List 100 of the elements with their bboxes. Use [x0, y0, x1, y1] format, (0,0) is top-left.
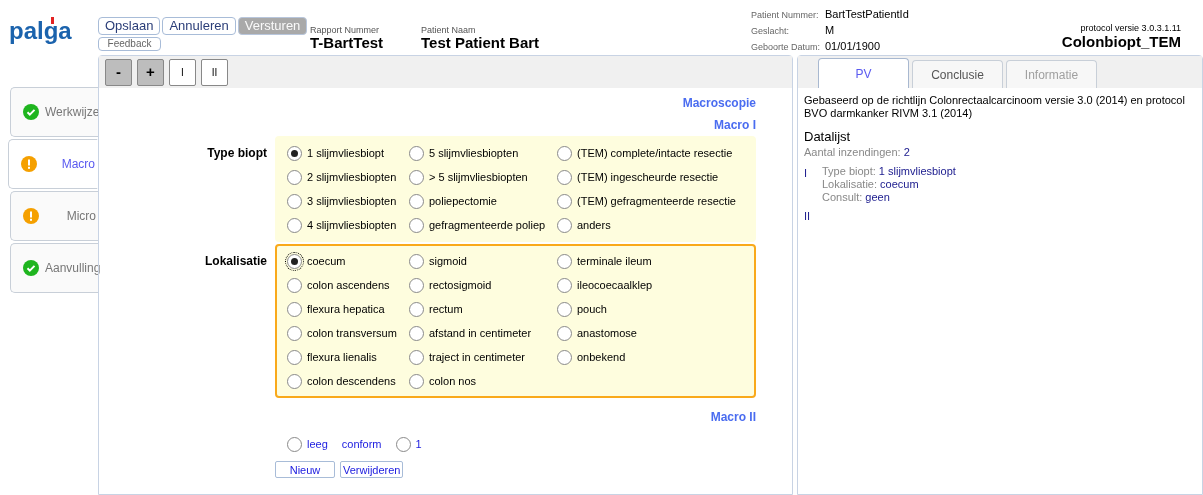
checkmark-icon: [23, 260, 39, 276]
field-value: geen: [865, 190, 890, 204]
radio-button[interactable]: [409, 169, 424, 185]
radio-button[interactable]: [409, 145, 424, 161]
radio-button[interactable]: [557, 349, 572, 365]
toolbar-button[interactable]: I: [169, 58, 196, 86]
radio-button[interactable]: [409, 325, 424, 341]
field-label: Geslacht:: [751, 25, 791, 38]
radio-button[interactable]: [409, 253, 424, 269]
field-label: Consult:: [822, 190, 863, 204]
radio-button[interactable]: [287, 301, 302, 317]
logo: palga: [9, 9, 79, 45]
option-label: anastomose: [577, 325, 637, 341]
radio-button[interactable]: [409, 373, 424, 389]
option-label: 4 slijmvliesbiopten: [307, 217, 397, 233]
option-label: terminale ileum: [577, 253, 652, 269]
option-label: > 5 slijmvliesbiopten: [429, 169, 528, 185]
tab-label: Macro: [60, 156, 95, 173]
option-label: onbekend: [577, 349, 626, 365]
radio-button[interactable]: [287, 145, 302, 161]
radio-button[interactable]: [395, 436, 411, 452]
option-label: colon descendens: [307, 373, 396, 389]
option-label: sigmoid: [429, 253, 467, 269]
field-label: Rapport Nummer: [310, 25, 381, 35]
option-label: flexura hepatica: [307, 301, 385, 317]
tab-label: Werkwijze: [45, 104, 100, 121]
option-label: colon transversum: [307, 325, 397, 341]
radio-button[interactable]: [557, 277, 572, 293]
radio-button[interactable]: [287, 193, 302, 209]
radio-button[interactable]: [287, 325, 302, 341]
field-label: Type biopt: [206, 145, 268, 162]
subsection-title: Macro II: [710, 409, 756, 426]
warning-icon: [23, 208, 39, 224]
field-value: 1 slijmvliesbiopt: [878, 164, 956, 178]
protocol-version: protocol versie 3.0.3.1.11: [1080, 23, 1181, 34]
radio-button[interactable]: [409, 217, 424, 233]
warning-icon: [21, 156, 37, 172]
option-label: afstand in centimeter: [429, 325, 532, 341]
option-label: colon ascendens: [307, 277, 390, 293]
radio-button[interactable]: [557, 169, 572, 185]
header-button[interactable]: Opslaan: [98, 17, 161, 35]
radio-button[interactable]: [557, 253, 572, 269]
field-label: Lokalisatie:: [822, 177, 878, 191]
option-label: 5 slijmvliesbiopten: [429, 145, 519, 161]
section-title: Macroscopie: [682, 95, 756, 112]
sidebar-tab[interactable]: Werkwijze: [10, 87, 98, 137]
radio-button[interactable]: [557, 325, 572, 341]
sidebar-tab[interactable]: Macro: [8, 139, 98, 189]
option-label: coecum: [307, 253, 346, 269]
radio-button[interactable]: [287, 373, 302, 389]
option-label: (TEM) complete/intacte resectie: [577, 145, 733, 161]
field-value: 01/01/1900: [825, 39, 881, 54]
radio-button[interactable]: [287, 277, 302, 293]
report-number: T-BartTest: [310, 35, 385, 51]
radio-button[interactable]: [557, 145, 572, 161]
radio-button[interactable]: [287, 349, 302, 365]
option-label: pouch: [577, 301, 607, 317]
sidebar-tab[interactable]: Aanvulling: [10, 243, 98, 293]
header-button[interactable]: Annuleren: [162, 17, 236, 35]
patient-name: Test Patient Bart: [421, 35, 541, 51]
toolbar-button[interactable]: II: [201, 58, 228, 86]
radio-button[interactable]: [409, 301, 424, 317]
conform-link[interactable]: conform: [335, 436, 388, 453]
action-button[interactable]: Nieuw: [275, 460, 335, 478]
option-label: 3 slijmvliesbiopten: [307, 193, 397, 209]
field-label: Lokalisatie: [203, 253, 268, 270]
panel-tab[interactable]: PV: [818, 58, 909, 88]
radio-button[interactable]: [287, 217, 302, 233]
field-value: coecum: [880, 177, 919, 191]
toolbar-button[interactable]: -: [105, 58, 132, 86]
subsection-title: Macro I: [714, 117, 756, 134]
radio-button[interactable]: [557, 217, 572, 233]
radio-button[interactable]: [287, 253, 302, 269]
radio-button[interactable]: [409, 349, 424, 365]
field-value: BartTestPatientId: [825, 7, 909, 22]
field-value: M: [825, 23, 835, 38]
option-label: (TEM) gefragmenteerde resectie: [577, 193, 736, 209]
option-label: 2 slijmvliesbiopten: [307, 169, 397, 185]
radio-button[interactable]: [287, 169, 302, 185]
radio-button[interactable]: [557, 193, 572, 209]
option-label: poliepectomie: [429, 193, 497, 209]
section-numeral: II: [804, 208, 812, 224]
panel-tab[interactable]: Conclusie: [912, 60, 1003, 88]
action-button[interactable]: Verwijderen: [340, 460, 404, 478]
radio-button[interactable]: [287, 436, 302, 452]
option-label: gefragmenteerde poliep: [429, 217, 546, 233]
radio-button[interactable]: [409, 277, 424, 293]
section-numeral: I: [804, 165, 809, 181]
radio-button[interactable]: [557, 301, 572, 317]
option-label: colon nos: [429, 373, 477, 389]
radio-button[interactable]: [409, 193, 424, 209]
field-label: Patient Nummer:: [751, 9, 820, 22]
toolbar-button[interactable]: +: [137, 58, 164, 86]
count-label: Aantal inzendingen:: [804, 145, 901, 160]
option-label: rectosigmoid: [429, 277, 492, 293]
tab-label: Micro: [65, 208, 96, 225]
feedback-button[interactable]: Feedback: [98, 37, 161, 51]
count-value: 2: [903, 145, 910, 160]
field-label: Type biopt:: [822, 164, 876, 178]
sidebar-tab[interactable]: Micro: [10, 191, 98, 241]
